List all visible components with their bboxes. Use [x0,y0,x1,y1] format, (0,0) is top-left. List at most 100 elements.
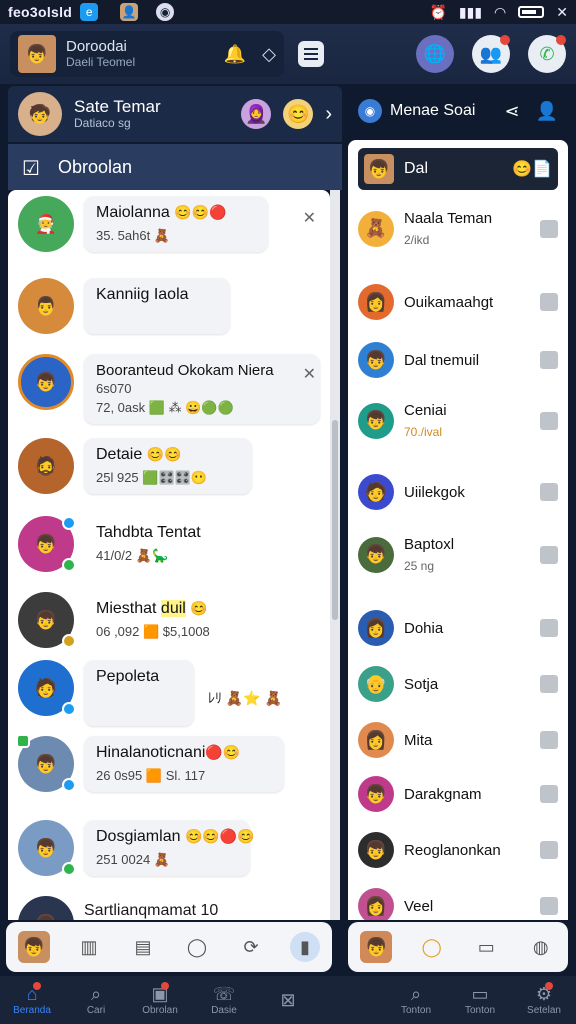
contact-row[interactable]: 👦 Baptoxl 25 ng [348,536,568,573]
close-icon[interactable]: ✕ [556,4,568,21]
stats-icon[interactable]: ▥ [74,932,104,962]
status-app-title: feo3olsld [8,4,73,20]
lock-icon[interactable] [540,545,558,564]
location-icon[interactable]: ◍ [526,932,556,962]
chat-meta-2: 72, 0ask [96,400,146,415]
chat-bubble-icon[interactable]: ◯ [417,932,447,962]
lock-icon[interactable] [540,897,558,915]
menu-button[interactable] [298,41,324,67]
contact-row[interactable]: 👦 Darakgnam [348,776,568,812]
contact-row[interactable]: 🧑 Uiilekgok [348,474,568,510]
close-icon[interactable]: ✕ [303,364,316,384]
chat-list-scrollbar[interactable] [330,190,340,920]
chats-tab-label: Obroolan [58,156,133,177]
lock-icon[interactable] [540,219,558,238]
lock-icon[interactable] [540,293,558,311]
share-icon[interactable]: ◇ [262,44,276,65]
right-title: Menae Soai [390,102,476,119]
chat-meta: 26 0s95 [96,768,143,783]
scrollbar-thumb[interactable] [332,420,338,620]
contact-name: Reoglanonkan [404,841,501,859]
contact-row[interactable]: 👴 Sotja [348,666,568,702]
lock-icon[interactable] [540,785,558,803]
chat-row[interactable]: 🧑‍🎄 Maiolanna 😊😊🔴 35. 5ah6t 🧸 ✕ [8,196,330,252]
share-icon[interactable]: ⋖ [504,101,519,122]
contact-avatar: 👩 [358,610,394,646]
chat-row[interactable]: 🧔 Detaie 😊😊 25l 925 🟩🎛️🎛️😶 [8,438,330,494]
chat-emojis: 😊 [190,600,208,616]
lock-icon[interactable] [540,675,558,693]
nav-search-2[interactable]: ⌕ Tonton [384,984,448,1016]
pinned-contact[interactable]: 👦 Dal 😊📄 [358,148,558,190]
contact-name: Mita [404,731,433,749]
lock-icon[interactable] [540,411,558,430]
chat-row[interactable]: 👦 Dosgiamlan 😊😊🔴😊 251 0024 🧸 [8,820,330,876]
chat-row[interactable]: 👦 Hinalanoticnani🔴😊 26 0s95 🟧 Sl. 117 [8,734,330,792]
chat-row[interactable]: 👦 Booranteud Okokam Niera 6s070 72, 0ask… [8,354,330,424]
chat-emoji-row: 🧸 [153,852,171,867]
contact-row[interactable]: 👩 Dohia [348,610,568,646]
sticker-icon[interactable]: 🧕 [241,99,272,129]
phone-icon[interactable]: ▮ [290,932,320,962]
calendar-icon[interactable]: ▤ [128,932,158,962]
chat-name: Miesthat [96,600,157,617]
nav-watch[interactable]: ▭ Tonton [448,984,512,1016]
nav-search[interactable]: ⌕ Cari [64,984,128,1016]
lock-icon[interactable] [540,483,558,501]
chat-bubble-icon[interactable]: ◯ [182,932,212,962]
chat-avatar: 🧑‍🎄 [18,196,74,252]
nav-calls[interactable]: ☏ Dasie [192,984,256,1016]
nav-home[interactable]: ⌂ Beranda [0,982,64,1016]
nav-settings[interactable]: ⚙ Setelan [512,982,576,1016]
nav-chats[interactable]: ▣ Obrolan [128,982,192,1016]
right-header: ◉ Menae Soai ⋖ 👤 [348,86,568,136]
chat-row[interactable]: 👦 Tahdbta Tentat 41/0/2 🧸🦕 [8,516,330,572]
emoji-icon[interactable]: 😊📄 [512,159,552,179]
contact-row[interactable]: 👩 Mita [348,722,568,758]
contact-row[interactable]: 👩 Veel [348,888,568,920]
close-icon[interactable]: ✕ [303,208,316,228]
contact-avatar: 👦 [358,342,394,378]
lock-icon[interactable] [540,841,558,859]
emoji-icon[interactable]: 😊 [283,99,314,129]
chevron-right-icon[interactable]: › [325,103,332,126]
contact-row[interactable]: 🧸 Naala Teman 2/ikd [348,210,568,247]
chat-row[interactable]: 👦 Sartlianqmamat 10 [8,896,330,920]
profile-tab-avatar[interactable]: 👦 [18,931,50,963]
contact-row[interactable]: 👩 Ouikamaahgt [348,284,568,320]
left-tab-bar: 👦 ▥ ▤ ◯ ⟳ ▮ [6,922,332,972]
lock-icon[interactable] [540,619,558,637]
lock-icon[interactable] [540,731,558,749]
contact-row[interactable]: 👦 Dal tnemuil [348,342,568,378]
nav-grid[interactable]: ⊠ [256,990,320,1011]
nav-label: Setelan [527,1005,561,1016]
account-card[interactable]: 👦 Doroodai Daeli Teomel 🔔 ◇ [10,31,284,77]
chat-list: 🧑‍🎄 Maiolanna 😊😊🔴 35. 5ah6t 🧸 ✕ 👨 Kannii… [8,190,330,920]
bell-icon[interactable]: 🔔 [224,44,246,65]
app-badge-icon: e [80,3,99,21]
lock-icon[interactable] [540,351,558,369]
device-icon[interactable]: ▭ [471,932,501,962]
chat-row[interactable]: 👨 Kanniig Iaola [8,278,330,334]
chat-row[interactable]: 👦 Miesthat duil 😊 06 ,092 🟧 $5,1008 [8,592,330,648]
globe-icon[interactable]: 🌐 [416,35,454,73]
contact-sub: 70./ival [404,425,443,439]
contact-row[interactable]: 👦 Ceniai 70./ival [348,402,568,439]
group-icon[interactable]: 👥 [472,35,510,73]
account-name: Doroodai [66,38,127,56]
profile-avatar[interactable]: 🧒 [18,92,62,136]
chat-emoji-row: 🟧 Sl. 117 [145,768,206,783]
refresh-icon[interactable]: ⟳ [236,932,266,962]
contact-row[interactable]: 👦 Reoglanonkan [348,832,568,868]
chat-name: Pepoleta [96,668,160,685]
user-icon[interactable]: 👤 [536,101,558,122]
profile-tab-avatar[interactable]: 👦 [360,931,393,963]
chats-tab[interactable]: ☑ Obroolan [8,144,342,190]
chat-row[interactable]: 🧑 Pepoleta ﾚﾘ 🧸⭐ 🧸 [8,660,330,726]
nav-label: Dasie [211,1005,237,1016]
whatsapp-icon[interactable]: ✆ [528,35,566,73]
contact-avatar: 👩 [358,722,394,758]
contact-sub: 25 ng [404,559,435,573]
contact-name: Dal tnemuil [404,351,480,369]
chat-emojis: 😊😊🔴 [174,204,227,220]
